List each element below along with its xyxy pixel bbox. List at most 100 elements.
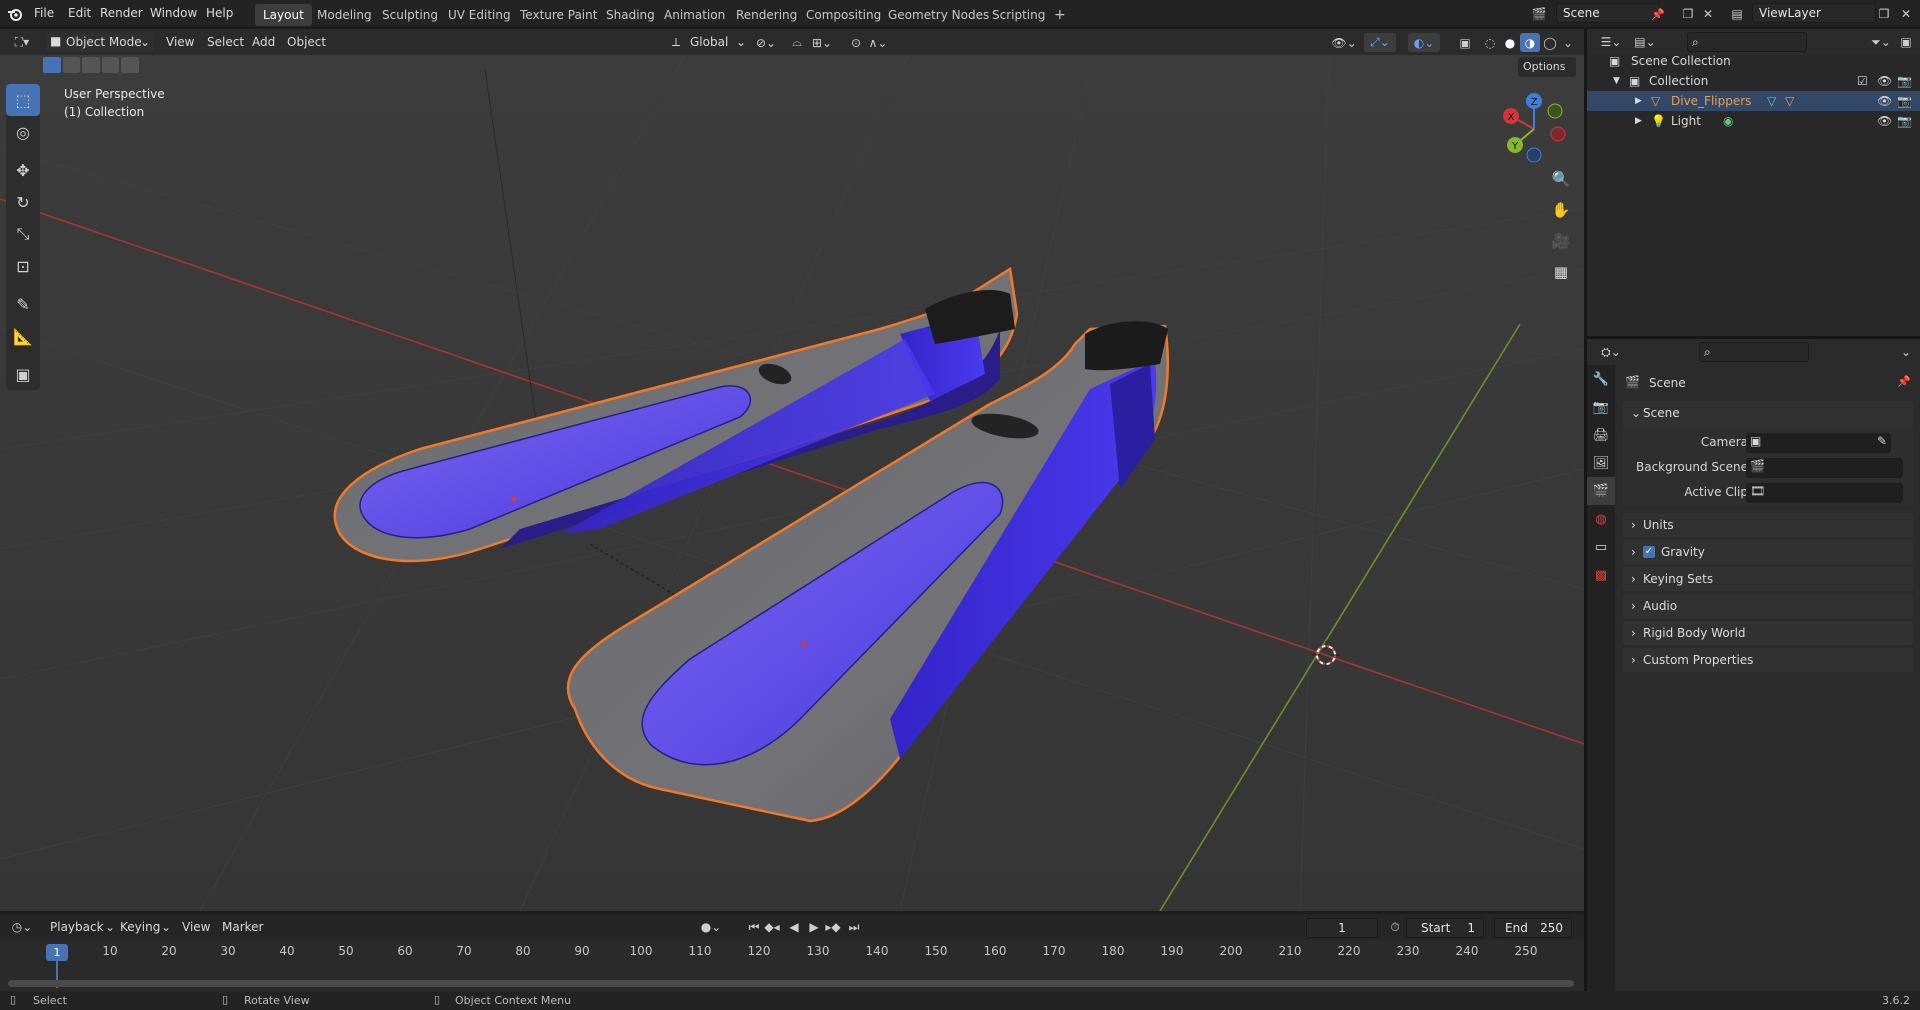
eye-icon[interactable]: 👁 [1877,91,1892,111]
menu-help[interactable]: Help [206,6,233,20]
xray-icon[interactable]: ▣ [1455,33,1475,52]
world-tab-icon[interactable]: ◍ [1587,505,1615,533]
zoom-icon[interactable]: 🔍 [1548,166,1574,192]
scene-collection-row[interactable]: ▣ Scene Collection [1587,51,1920,71]
timeline-scrollbar[interactable] [8,980,1574,987]
tab-uv-editing[interactable]: UV Editing [440,4,519,26]
pin-icon[interactable]: 📌 [1650,4,1666,24]
output-tab-icon[interactable]: 🖨 [1587,421,1615,449]
orientation-selector[interactable]: ⟂ Global ⌄ [670,33,746,52]
play-icon[interactable]: ▶ [806,918,822,936]
gravity-panel-header[interactable]: › ✓ Gravity [1623,540,1913,564]
scale-tool[interactable]: ⤡ [6,218,40,250]
rendered-shading-icon[interactable]: ◯ [1540,33,1560,52]
play-reverse-icon[interactable]: ◀ [786,918,802,936]
wireframe-shading-icon[interactable]: ◌ [1480,33,1500,52]
pin-icon[interactable]: 📌 [1897,375,1911,388]
clock-icon[interactable]: ⏱ [1386,918,1404,936]
eyedropper-icon[interactable]: ✎ [1877,434,1887,448]
snap-icon[interactable]: ⌓ [787,33,807,52]
filter-icon[interactable]: ⏷⌄ [1867,33,1895,51]
outliner[interactable]: ☰⌄ ▤⌄ ⌕ ⏷⌄ ▣ ▣ Scene Collection ▼ ▣ Coll… [1587,29,1920,336]
current-frame-field[interactable]: 1 [1306,918,1378,938]
annotate-tool[interactable]: ✎ [6,288,40,320]
remove-view-layer-icon[interactable]: ✕ [1896,4,1916,24]
material-shading-icon[interactable]: ◑ [1520,33,1540,52]
menu-add[interactable]: Add [252,33,275,52]
scene-field[interactable]: Scene [1556,3,1660,23]
keying-sets-panel-header[interactable]: › Keying Sets [1623,567,1913,591]
view-layer-tab-icon[interactable]: 🖼 [1587,449,1615,477]
snap-target-icon[interactable]: ⊞⌄ [808,33,836,52]
scene-selector-icon[interactable]: 🎬 [1524,4,1554,24]
editor-type-icon[interactable]: ⛶▾ [8,33,36,52]
solid-shading-icon[interactable]: ● [1500,33,1520,52]
tab-animation[interactable]: Animation [656,4,733,26]
timeline[interactable]: ◷⌄ Playback ⌄ Keying ⌄ View Marker ●⌄ ⏮ … [0,914,1584,996]
properties-editor-icon[interactable]: ⛭⌄ [1597,343,1625,361]
measure-tool[interactable]: 📐 [6,320,40,352]
view-layer-icon[interactable]: ▤ [1722,4,1752,24]
tab-geometry-nodes[interactable]: Geometry Nodes [880,4,997,26]
tab-sculpting[interactable]: Sculpting [374,4,446,26]
display-mode-icon[interactable]: ▤⌄ [1631,33,1659,51]
chevron-down-icon[interactable]: ⌄ [1897,343,1915,361]
select-mode-icons[interactable] [43,57,139,75]
tab-scripting[interactable]: Scripting [984,4,1053,26]
perspective-toggle-icon[interactable]: ▦ [1548,259,1574,285]
pan-hand-icon[interactable]: ✋ [1548,197,1574,223]
rotate-tool[interactable]: ↻ [6,186,40,218]
menu-view[interactable]: View [166,33,194,52]
view-layer-field[interactable]: ViewLayer [1752,3,1876,23]
record-icon[interactable]: ●⌄ [700,918,722,936]
next-keyframe-icon[interactable]: ▸◆ [824,918,842,936]
tab-texture-paint[interactable]: Texture Paint [512,4,605,26]
menu-edit[interactable]: Edit [68,6,91,20]
overlays-icon[interactable]: ◐⌄ [1408,33,1440,52]
tab-modeling[interactable]: Modeling [309,4,380,26]
collection-row[interactable]: ▼ ▣ Collection ☑ 👁 📷 [1587,71,1920,91]
scene-tab-icon[interactable]: 🎬 [1587,477,1615,505]
menu-keying[interactable]: Keying [120,918,160,937]
navigation-gizmo[interactable]: Z X Y [1494,89,1574,169]
units-panel-header[interactable]: › Units [1623,513,1913,537]
outliner-item-light[interactable]: ▶ 💡 Light ◉ 👁 📷 [1587,111,1920,131]
tool-tab-icon[interactable]: 🔧 [1587,365,1615,393]
tab-layout[interactable]: Layout [255,4,312,26]
menu-render[interactable]: Render [100,6,143,20]
eye-icon[interactable]: 👁 [1877,71,1892,91]
menu-select[interactable]: Select [207,33,244,52]
jump-end-icon[interactable]: ⏭ [846,918,862,936]
camera-view-icon[interactable]: 🎥 [1548,228,1574,254]
new-view-layer-icon[interactable]: ❐ [1874,4,1894,24]
proportional-edit-icon[interactable]: ⊙ [846,33,866,52]
camera-icon[interactable]: 📷 [1897,111,1912,131]
playhead[interactable]: 1 [46,944,68,961]
outliner-item-dive-flippers[interactable]: ▶ ▽ Dive_Flippers ▽ ▽ 👁 📷 [1587,91,1920,111]
outliner-search[interactable]: ⌕ [1687,32,1807,52]
shading-options-icon[interactable]: ⌄ [1560,33,1576,52]
texture-tab-icon[interactable]: ▩ [1587,561,1615,589]
add-workspace-button[interactable]: + [1046,4,1074,26]
scene-panel-header[interactable]: ⌄ Scene [1623,401,1913,425]
falloff-icon[interactable]: ∧⌄ [866,33,890,52]
cursor-tool[interactable]: ◎ [6,116,40,148]
new-scene-icon[interactable]: ❐ [1678,4,1698,24]
menu-window[interactable]: Window [150,6,197,20]
jump-start-icon[interactable]: ⏮ [746,918,762,936]
mesh-data-icon[interactable]: ▽ [1785,91,1794,111]
timeline-editor-icon[interactable]: ◷⌄ [8,918,36,936]
background-scene-field[interactable]: 🎬 [1746,458,1903,478]
3d-viewport[interactable]: ⛶▾ ■ Object Mode ⌄ View Select Add Objec… [0,29,1584,911]
properties-editor[interactable]: ⛭⌄ ⌕ ⌄ 🔧 📷 🖨 🖼 🎬 ◍ ▭ ▩ 🎬 Scene 📌 ⌄ Scene… [1587,339,1920,991]
start-frame-field[interactable]: Start 1 [1406,918,1484,938]
camera-icon[interactable]: 📷 [1897,71,1912,91]
collection-tab-icon[interactable]: ▭ [1587,533,1615,561]
blender-logo-icon[interactable] [6,5,24,23]
menu-file[interactable]: File [34,6,54,20]
pivot-point-icon[interactable]: ⊘⌄ [752,33,780,52]
exclude-checkbox[interactable]: ☑ [1857,71,1868,91]
eye-icon[interactable]: 👁 [1877,111,1892,131]
mode-selector[interactable]: ■ Object Mode ⌄ [46,33,154,52]
gravity-checkbox[interactable]: ✓ [1643,546,1655,558]
